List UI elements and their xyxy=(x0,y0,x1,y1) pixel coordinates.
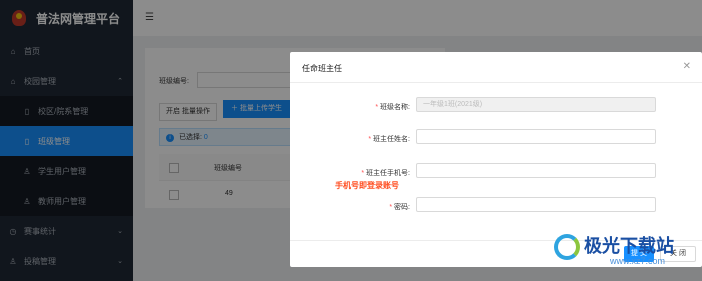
watermark-url: www.xz7.com xyxy=(610,256,666,266)
teacher-name-input[interactable] xyxy=(416,129,656,144)
teacher-phone-label-text: 班主任手机号: xyxy=(366,170,410,177)
watermark-text: 极光下载站 xyxy=(584,236,674,257)
required-mark: * xyxy=(361,170,365,177)
password-input[interactable] xyxy=(416,197,656,212)
watermark-logo xyxy=(554,234,580,260)
modal-header: 任命班主任 ✕ xyxy=(290,52,702,83)
watermark: 极光下载站 www.xz7.com xyxy=(550,228,700,278)
close-icon[interactable]: ✕ xyxy=(683,61,691,72)
modal-title: 任命班主任 xyxy=(302,64,342,73)
class-name-field: 一年级1班(2021级) xyxy=(416,97,656,112)
password-label-text: 密码: xyxy=(394,204,410,211)
password-label: * 密码: xyxy=(290,202,410,212)
teacher-name-label-text: 班主任姓名: xyxy=(373,136,410,143)
phone-hint: 手机号即登录账号 xyxy=(335,181,399,190)
class-name-label: * 班级名称: xyxy=(290,102,410,112)
teacher-phone-label: * 班主任手机号: xyxy=(290,168,410,178)
teacher-name-label: * 班主任姓名: xyxy=(290,134,410,144)
class-name-label-text: 班级名称: xyxy=(380,104,410,111)
teacher-phone-input[interactable] xyxy=(416,163,656,178)
required-mark: * xyxy=(375,104,379,111)
required-mark: * xyxy=(389,204,393,211)
required-mark: * xyxy=(368,136,372,143)
